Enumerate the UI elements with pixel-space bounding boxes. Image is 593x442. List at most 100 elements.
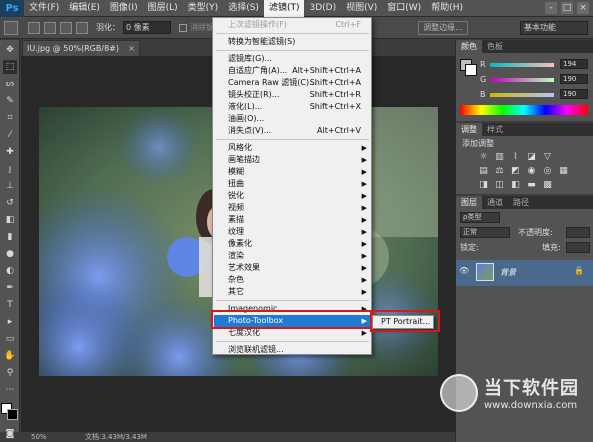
menu-help[interactable]: 帮助(H) — [426, 0, 468, 17]
menu-edit[interactable]: 编辑(E) — [64, 0, 105, 17]
filter-menu-item[interactable]: 画笔描边 ▶ — [214, 154, 371, 166]
layer-name[interactable]: 背景 — [500, 267, 516, 278]
filter-menu-item[interactable]: 素描 ▶ — [214, 214, 371, 226]
marquee-tool-preset-icon[interactable] — [4, 20, 18, 35]
filter-menu-item[interactable]: 液化(L)... Shift+Ctrl+X — [214, 101, 371, 113]
edit-toolbar-icon[interactable]: ⋯ — [3, 383, 17, 397]
blend-mode-select[interactable]: 正常 — [460, 227, 510, 238]
filter-menu-item[interactable]: 渲染 ▶ — [214, 250, 371, 262]
brightness-icon[interactable]: ☼ — [478, 152, 489, 163]
red-value[interactable]: 194 — [560, 59, 588, 69]
filter-menu-item[interactable]: 模糊 ▶ — [214, 166, 371, 178]
threshold-icon[interactable]: ◧ — [510, 180, 521, 191]
filter-menu-item[interactable]: Camera Raw 滤镜(C)... Shift+Ctrl+A — [214, 77, 371, 89]
dodge-tool-icon[interactable]: ◐ — [3, 264, 17, 278]
subtract-selection-icon[interactable] — [60, 21, 72, 34]
filter-menu-item[interactable]: 杂色 ▶ — [214, 274, 371, 286]
antialias-checkbox[interactable] — [179, 23, 187, 32]
filter-menu-item[interactable]: 转换为智能滤镜(S) — [214, 36, 371, 48]
eyedropper-tool-icon[interactable]: ⁄ — [3, 128, 17, 142]
opacity-input[interactable] — [566, 227, 590, 238]
menu-type[interactable]: 类型(Y) — [183, 0, 224, 17]
fill-input[interactable] — [566, 242, 590, 253]
filter-menu-item[interactable]: 浏览联机滤镜... — [214, 344, 371, 356]
filter-menu-item[interactable]: 自适应广角(A)... Alt+Shift+Ctrl+A — [214, 65, 371, 77]
close-button[interactable]: × — [577, 2, 589, 14]
filter-menu-item[interactable]: 滤镜库(G)... — [214, 53, 371, 65]
menu-filter[interactable]: 滤镜(T) — [263, 0, 305, 17]
eraser-tool-icon[interactable]: ◧ — [3, 213, 17, 227]
invert-icon[interactable]: ◨ — [478, 180, 489, 191]
menu-image[interactable]: 图像(I) — [105, 0, 143, 17]
background-color-swatch[interactable] — [7, 409, 18, 420]
rect-marquee-tool-icon[interactable]: ⬚ — [3, 60, 17, 74]
color-balance-icon[interactable]: ⚖ — [494, 166, 505, 177]
channel-mixer-icon[interactable]: ◎ — [542, 166, 553, 177]
tab-styles[interactable]: 样式 — [482, 123, 508, 136]
green-track[interactable] — [490, 78, 554, 82]
lasso-tool-icon[interactable]: ᔕ — [3, 77, 17, 91]
green-value[interactable]: 190 — [560, 74, 588, 84]
move-tool-icon[interactable]: ✥ — [3, 43, 17, 57]
tab-color[interactable]: 颜色 — [456, 40, 482, 53]
filter-menu-item[interactable]: 艺术效果 ▶ — [214, 262, 371, 274]
blue-value[interactable]: 190 — [560, 89, 588, 99]
pen-tool-icon[interactable]: ✒ — [3, 281, 17, 295]
document-info[interactable]: 文档:3.43M/3.43M — [85, 432, 147, 442]
layer-item-background[interactable]: 👁 背景 🔒 — [456, 260, 593, 286]
red-track[interactable] — [490, 63, 554, 67]
hand-tool-icon[interactable]: ✋ — [3, 349, 17, 363]
blue-track[interactable] — [490, 93, 554, 97]
menu-layer[interactable]: 图层(L) — [143, 0, 183, 17]
gradient-tool-icon[interactable]: ▮ — [3, 230, 17, 244]
filter-menu-item[interactable]: 其它 ▶ — [214, 286, 371, 298]
filter-menu-item[interactable]: 像素化 ▶ — [214, 238, 371, 250]
zoom-level[interactable]: 50% — [31, 432, 47, 442]
clone-stamp-tool-icon[interactable]: ⊥ — [3, 179, 17, 193]
crop-tool-icon[interactable]: ⌗ — [3, 111, 17, 125]
filter-menu-item[interactable]: 锐化 ▶ — [214, 190, 371, 202]
photo-filter-icon[interactable]: ◉ — [526, 166, 537, 177]
gradient-map-icon[interactable]: ▬ — [526, 180, 537, 191]
intersect-selection-icon[interactable] — [76, 21, 88, 34]
tab-paths[interactable]: 路径 — [508, 196, 534, 209]
filter-menu-item[interactable]: 纹理 ▶ — [214, 226, 371, 238]
color-lookup-icon[interactable]: ▦ — [558, 166, 569, 177]
tab-swatches[interactable]: 色板 — [482, 40, 508, 53]
color-spectrum[interactable] — [460, 105, 588, 115]
menu-window[interactable]: 窗口(W) — [382, 0, 426, 17]
posterize-icon[interactable]: ◫ — [494, 180, 505, 191]
red-slider[interactable]: R 194 — [480, 59, 590, 70]
brush-tool-icon[interactable]: ȷ — [3, 162, 17, 176]
maximize-button[interactable]: □ — [561, 2, 573, 14]
visibility-eye-icon[interactable]: 👁 — [459, 266, 469, 275]
tab-channels[interactable]: 通道 — [482, 196, 508, 209]
vibrance-icon[interactable]: ▽ — [542, 152, 553, 163]
color-swatches[interactable] — [1, 403, 19, 421]
minimize-button[interactable]: - — [545, 2, 557, 14]
quick-mask-icon[interactable]: ◙ — [3, 427, 17, 441]
blur-tool-icon[interactable]: ● — [3, 247, 17, 261]
green-slider[interactable]: G 190 — [480, 74, 590, 85]
add-selection-icon[interactable] — [44, 21, 56, 34]
filter-menu-item[interactable]: 镜头校正(R)... Shift+Ctrl+R — [214, 89, 371, 101]
menu-3d[interactable]: 3D(D) — [304, 0, 341, 17]
workspace-select[interactable]: 基本功能 — [520, 21, 588, 35]
type-tool-icon[interactable]: T — [3, 298, 17, 312]
menu-view[interactable]: 视图(V) — [341, 0, 382, 17]
exposure-icon[interactable]: ◪ — [526, 152, 537, 163]
filter-menu-item[interactable]: 扭曲 ▶ — [214, 178, 371, 190]
filter-menu-item[interactable]: 视频 ▶ — [214, 202, 371, 214]
hue-saturation-icon[interactable]: ▤ — [478, 166, 489, 177]
color-panel-bg-swatch[interactable] — [465, 64, 477, 76]
menu-file[interactable]: 文件(F) — [24, 0, 64, 17]
shape-tool-icon[interactable]: ▭ — [3, 332, 17, 346]
selective-color-icon[interactable]: ▩ — [542, 180, 553, 191]
filter-menu-item[interactable]: 油画(O)... — [214, 113, 371, 125]
levels-icon[interactable]: ▥ — [494, 152, 505, 163]
feather-input[interactable]: 0 像素 — [123, 21, 171, 34]
history-brush-tool-icon[interactable]: ↺ — [3, 196, 17, 210]
black-white-icon[interactable]: ◩ — [510, 166, 521, 177]
document-tab[interactable]: IU.jpg @ 50%(RGB/8#) × — [22, 40, 140, 56]
filter-menu-item[interactable]: 风格化 ▶ — [214, 142, 371, 154]
